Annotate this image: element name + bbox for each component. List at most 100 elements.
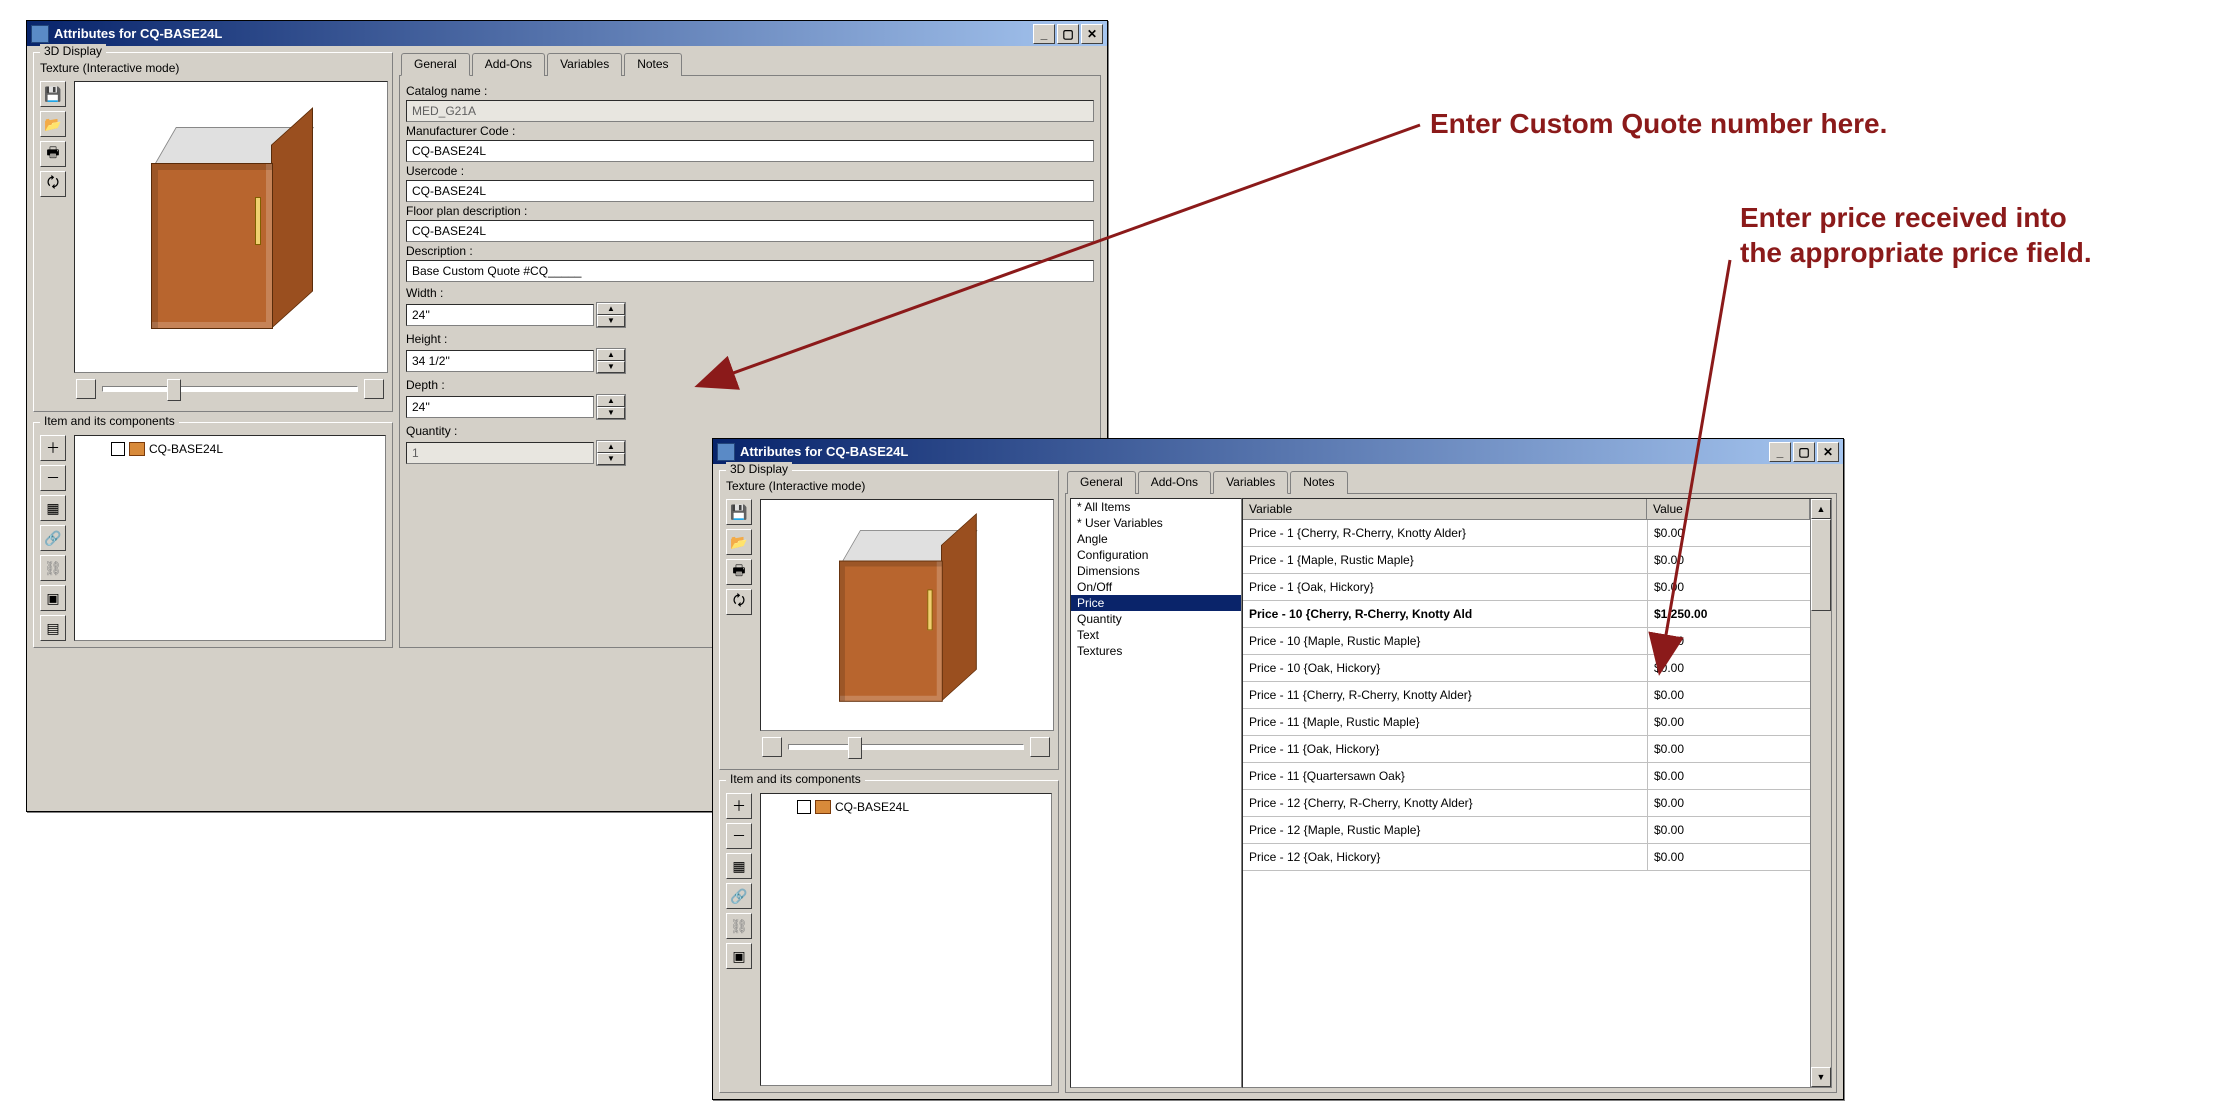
components-tree[interactable]: CQ-BASE24L	[74, 435, 386, 641]
table-row[interactable]: Price - 11 {Oak, Hickory}$0.00	[1243, 736, 1810, 763]
close-button[interactable]: ✕	[1081, 24, 1103, 44]
variable-value[interactable]: $0.00	[1648, 763, 1810, 789]
category-item[interactable]: On/Off	[1071, 579, 1241, 595]
quantity-spinner[interactable]: ▲▼	[596, 440, 626, 466]
tree-item-root[interactable]: CQ-BASE24L	[797, 800, 1045, 814]
box-icon[interactable]: ▣	[40, 585, 66, 611]
preview-3d-canvas[interactable]	[760, 499, 1054, 731]
variable-value[interactable]: $0.00	[1648, 790, 1810, 816]
maximize-button[interactable]: ▢	[1793, 442, 1815, 462]
add-item-icon[interactable]: ＋	[726, 793, 752, 819]
table-row[interactable]: Price - 1 {Cherry, R-Cherry, Knotty Alde…	[1243, 520, 1810, 547]
variable-value[interactable]: $0.00	[1648, 709, 1810, 735]
variable-value[interactable]: $0.00	[1648, 628, 1810, 654]
height-field[interactable]	[406, 350, 594, 372]
depth-spinner[interactable]: ▲▼	[596, 394, 626, 420]
minimize-button[interactable]: _	[1033, 24, 1055, 44]
save-view-icon[interactable]: 💾	[726, 499, 752, 525]
tab-addons[interactable]: Add-Ons	[1138, 471, 1211, 494]
height-spinner[interactable]: ▲▼	[596, 348, 626, 374]
components-tree[interactable]: CQ-BASE24L	[760, 793, 1052, 1086]
variable-value[interactable]: $0.00	[1648, 844, 1810, 870]
variable-value[interactable]: $0.00	[1648, 574, 1810, 600]
link-icon[interactable]: 🔗	[40, 525, 66, 551]
close-button[interactable]: ✕	[1817, 442, 1839, 462]
tab-notes[interactable]: Notes	[1290, 471, 1347, 494]
scroll-up-icon[interactable]: ▲	[1811, 499, 1831, 519]
unlink-icon[interactable]: ⛓	[726, 913, 752, 939]
zoom-in-button[interactable]	[364, 379, 384, 399]
scroll-thumb[interactable]	[1811, 519, 1831, 611]
print-view-icon[interactable]: 🖶	[726, 559, 752, 585]
tab-general[interactable]: General	[1067, 471, 1136, 494]
unlink-icon[interactable]: ⛓	[40, 555, 66, 581]
category-item[interactable]: Price	[1071, 595, 1241, 611]
variable-value[interactable]: $0.00	[1648, 655, 1810, 681]
table-row[interactable]: Price - 10 {Oak, Hickory}$0.00	[1243, 655, 1810, 682]
tab-notes[interactable]: Notes	[624, 53, 681, 76]
table-row[interactable]: Price - 12 {Oak, Hickory}$0.00	[1243, 844, 1810, 871]
table-row[interactable]: Price - 10 {Cherry, R-Cherry, Knotty Ald…	[1243, 601, 1810, 628]
table-row[interactable]: Price - 10 {Maple, Rustic Maple}$0.00	[1243, 628, 1810, 655]
remove-item-icon[interactable]: －	[726, 823, 752, 849]
print-view-icon[interactable]: 🖶	[40, 141, 66, 167]
table-row[interactable]: Price - 12 {Maple, Rustic Maple}$0.00	[1243, 817, 1810, 844]
category-item[interactable]: Configuration	[1071, 547, 1241, 563]
minimize-button[interactable]: _	[1769, 442, 1791, 462]
table-scrollbar[interactable]: ▲ ▼	[1810, 499, 1831, 1087]
variable-value[interactable]: $0.00	[1648, 682, 1810, 708]
category-item[interactable]: * User Variables	[1071, 515, 1241, 531]
tree-checkbox[interactable]	[111, 442, 125, 456]
table-row[interactable]: Price - 11 {Maple, Rustic Maple}$0.00	[1243, 709, 1810, 736]
col-variable[interactable]: Variable	[1243, 499, 1647, 519]
titlebar[interactable]: Attributes for CQ-BASE24L _ ▢ ✕	[713, 439, 1843, 464]
variable-value[interactable]: $0.00	[1648, 817, 1810, 843]
grid-icon[interactable]: ▦	[726, 853, 752, 879]
tree-item-root[interactable]: CQ-BASE24L	[111, 442, 379, 456]
tab-variables[interactable]: Variables	[547, 53, 622, 76]
refresh-view-icon[interactable]: 🗘	[40, 171, 66, 197]
open-view-icon[interactable]: 📂	[40, 111, 66, 137]
variable-value[interactable]: $0.00	[1648, 736, 1810, 762]
tree-checkbox[interactable]	[797, 800, 811, 814]
preview-3d-canvas[interactable]	[74, 81, 388, 373]
category-item[interactable]: Quantity	[1071, 611, 1241, 627]
refresh-view-icon[interactable]: 🗘	[726, 589, 752, 615]
add-item-icon[interactable]: ＋	[40, 435, 66, 461]
table-row[interactable]: Price - 11 {Quartersawn Oak}$0.00	[1243, 763, 1810, 790]
variable-value[interactable]: $1,250.00	[1648, 601, 1810, 627]
floorplan-field[interactable]	[406, 220, 1094, 242]
category-item[interactable]: Textures	[1071, 643, 1241, 659]
box2-icon[interactable]: ▤	[40, 615, 66, 641]
link-icon[interactable]: 🔗	[726, 883, 752, 909]
category-item[interactable]: Dimensions	[1071, 563, 1241, 579]
variable-category-list[interactable]: * All Items* User VariablesAngleConfigur…	[1070, 498, 1242, 1088]
maximize-button[interactable]: ▢	[1057, 24, 1079, 44]
tab-general[interactable]: General	[401, 53, 470, 76]
zoom-slider[interactable]	[788, 744, 1024, 750]
depth-field[interactable]	[406, 396, 594, 418]
zoom-out-button[interactable]	[762, 737, 782, 757]
category-item[interactable]: Angle	[1071, 531, 1241, 547]
category-item[interactable]: * All Items	[1071, 499, 1241, 515]
table-row[interactable]: Price - 11 {Cherry, R-Cherry, Knotty Ald…	[1243, 682, 1810, 709]
zoom-slider[interactable]	[102, 386, 358, 392]
open-view-icon[interactable]: 📂	[726, 529, 752, 555]
table-row[interactable]: Price - 12 {Cherry, R-Cherry, Knotty Ald…	[1243, 790, 1810, 817]
grid-icon[interactable]: ▦	[40, 495, 66, 521]
table-row[interactable]: Price - 1 {Maple, Rustic Maple}$0.00	[1243, 547, 1810, 574]
tab-addons[interactable]: Add-Ons	[472, 53, 545, 76]
variable-value[interactable]: $0.00	[1648, 520, 1810, 546]
category-item[interactable]: Text	[1071, 627, 1241, 643]
zoom-out-button[interactable]	[76, 379, 96, 399]
width-spinner[interactable]: ▲▼	[596, 302, 626, 328]
tab-variables[interactable]: Variables	[1213, 471, 1288, 494]
mfg-field[interactable]	[406, 140, 1094, 162]
box-icon[interactable]: ▣	[726, 943, 752, 969]
titlebar[interactable]: Attributes for CQ-BASE24L _ ▢ ✕	[27, 21, 1107, 46]
table-row[interactable]: Price - 1 {Oak, Hickory}$0.00	[1243, 574, 1810, 601]
col-value[interactable]: Value	[1647, 499, 1810, 519]
variable-value[interactable]: $0.00	[1648, 547, 1810, 573]
zoom-in-button[interactable]	[1030, 737, 1050, 757]
usercode-field[interactable]	[406, 180, 1094, 202]
